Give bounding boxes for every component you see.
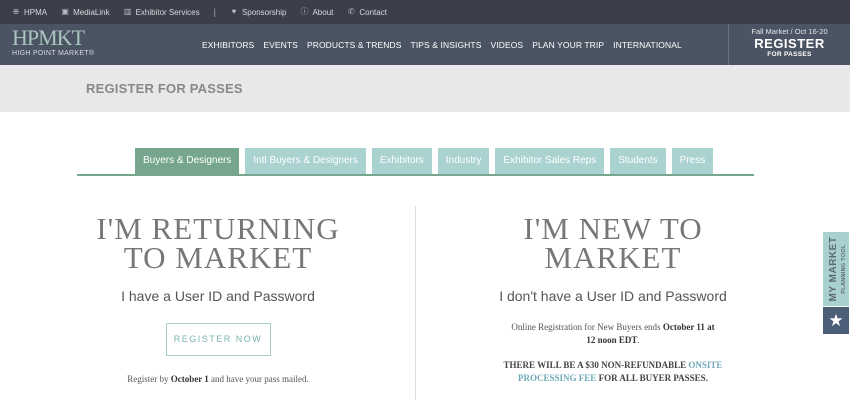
new-user-panel: I'M NEW TO MARKET I don't have a User ID…: [480, 211, 746, 385]
my-market-planning-tool-tab[interactable]: MY MARKET PLANNING TOOL: [823, 232, 849, 306]
tab-students[interactable]: Students: [610, 148, 666, 174]
nav-videos[interactable]: VIDEOS: [490, 40, 523, 50]
utility-nav: ⊕ HPMA ▣ MediaLink ▥ Exhibitor Services …: [0, 0, 850, 24]
fee-prefix: THERE WILL BE A $30 NON-REFUNDABLE: [503, 360, 689, 370]
note-suffix: and have your pass mailed.: [208, 374, 309, 384]
planning-tool-label: PLANNING TOOL: [841, 244, 847, 294]
utility-separator: |: [213, 7, 216, 17]
nav-products-trends[interactable]: PRODUCTS & TRENDS: [307, 40, 402, 50]
primary-nav: EXHIBITORS EVENTS PRODUCTS & TRENDS TIPS…: [202, 24, 691, 65]
online-suffix: .: [637, 335, 640, 345]
page-title: REGISTER FOR PASSES: [86, 81, 243, 96]
page-header: REGISTER FOR PASSES: [0, 65, 850, 112]
nav-events[interactable]: EVENTS: [263, 40, 298, 50]
returning-user-panel: I'M RETURNING TO MARKET I have a User ID…: [85, 211, 351, 384]
tab-underline-divider: [77, 174, 754, 176]
online-deadline-2: 12 noon EDT: [586, 335, 638, 345]
new-user-heading: I'M NEW TO MARKET: [480, 211, 746, 275]
returning-mail-note: Register by October 1 and have your pass…: [85, 374, 351, 384]
info-icon: ⓘ: [300, 7, 309, 16]
note-prefix: Register by: [127, 374, 171, 384]
new-user-subheading: I don't have a User ID and Password: [499, 288, 727, 304]
utility-link-about[interactable]: ⓘ About: [300, 8, 333, 17]
star-icon: ★: [828, 311, 844, 330]
utility-link-label: Sponsorship: [241, 7, 287, 17]
utility-link-medialink[interactable]: ▣ MediaLink: [61, 8, 109, 17]
my-market-label: MY MARKET: [828, 236, 839, 302]
new-user-heading-line-2: MARKET: [544, 240, 682, 275]
tab-exhibitors[interactable]: Exhibitors: [371, 148, 432, 174]
site-logo[interactable]: HPMKT HIGH POINT MARKET®: [12, 25, 95, 58]
tab-press[interactable]: Press: [671, 148, 714, 174]
fee-suffix: FOR ALL BUYER PASSES.: [596, 373, 708, 383]
new-user-heading-line-1: I'M NEW TO: [523, 211, 703, 246]
utility-link-label: MediaLink: [73, 7, 110, 17]
utility-link-hpma[interactable]: ⊕ HPMA: [12, 8, 47, 17]
globe-icon: ⊕: [12, 7, 20, 16]
building-icon: ▥: [123, 7, 132, 16]
nav-international[interactable]: INTERNATIONAL: [613, 40, 682, 50]
returning-heading: I'M RETURNING TO MARKET: [85, 211, 351, 275]
tab-intl-buyers-designers[interactable]: Intl Buyers & Designers: [245, 148, 366, 174]
utility-link-label: HPMA: [24, 7, 48, 17]
utility-link-label: Contact: [359, 7, 387, 17]
processing-fee-link[interactable]: PROCESSING FEE: [518, 373, 596, 383]
heart-icon: ♥: [231, 7, 237, 16]
nav-exhibitors[interactable]: EXHIBITORS: [202, 40, 254, 50]
main-navbar: HPMKT HIGH POINT MARKET® EXHIBITORS EVEN…: [0, 24, 850, 65]
onsite-fee-link[interactable]: ONSITE: [688, 360, 722, 370]
utility-link-sponsorship[interactable]: ♥ Sponsorship: [230, 7, 287, 17]
media-icon: ▣: [61, 7, 69, 16]
register-now-button[interactable]: REGISTER NOW: [165, 323, 271, 356]
tab-buyers-designers[interactable]: Buyers & Designers: [135, 148, 240, 174]
phone-icon: ✆: [348, 7, 355, 16]
online-prefix: Online Registration for New Buyers ends: [511, 322, 663, 332]
register-for-passes-cta[interactable]: Fall Market / Oct 16-20 REGISTER FOR PAS…: [728, 24, 850, 65]
returning-subheading: I have a User ID and Password: [121, 288, 315, 304]
register-label: REGISTER: [754, 36, 825, 51]
utility-link-exhibitor-services[interactable]: ▥ Exhibitor Services: [124, 8, 200, 17]
column-divider: [415, 206, 416, 400]
register-sublabel: FOR PASSES: [767, 51, 812, 58]
logo-wordmark: HPMKT: [12, 25, 85, 50]
utility-link-label: Exhibitor Services: [135, 7, 200, 17]
returning-heading-line-1: I'M RETURNING: [96, 211, 340, 246]
processing-fee-note: THERE WILL BE A $30 NON-REFUNDABLE ONSIT…: [480, 359, 746, 385]
market-dates: Fall Market / Oct 16-20: [751, 27, 828, 36]
note-deadline: October 1: [170, 374, 209, 384]
tab-exhibitor-sales-reps[interactable]: Exhibitor Sales Reps: [495, 148, 605, 174]
nav-tips-insights[interactable]: TIPS & INSIGHTS: [411, 40, 482, 50]
returning-heading-line-2: TO MARKET: [123, 240, 313, 275]
pass-type-tabs: Buyers & Designers Intl Buyers & Designe…: [135, 148, 719, 174]
utility-link-label: About: [312, 7, 334, 17]
logo-subtitle: HIGH POINT MARKET®: [12, 50, 95, 57]
nav-plan-your-trip[interactable]: PLAN YOUR TRIP: [532, 40, 604, 50]
utility-link-contact[interactable]: ✆ Contact: [347, 8, 387, 17]
online-deadline-1: October 11 at: [662, 322, 715, 332]
tab-industry[interactable]: Industry: [437, 148, 490, 174]
favorites-star-button[interactable]: ★: [823, 307, 849, 334]
online-registration-note: Online Registration for New Buyers ends …: [480, 321, 746, 347]
my-market-label-group: MY MARKET PLANNING TOOL: [823, 232, 849, 306]
